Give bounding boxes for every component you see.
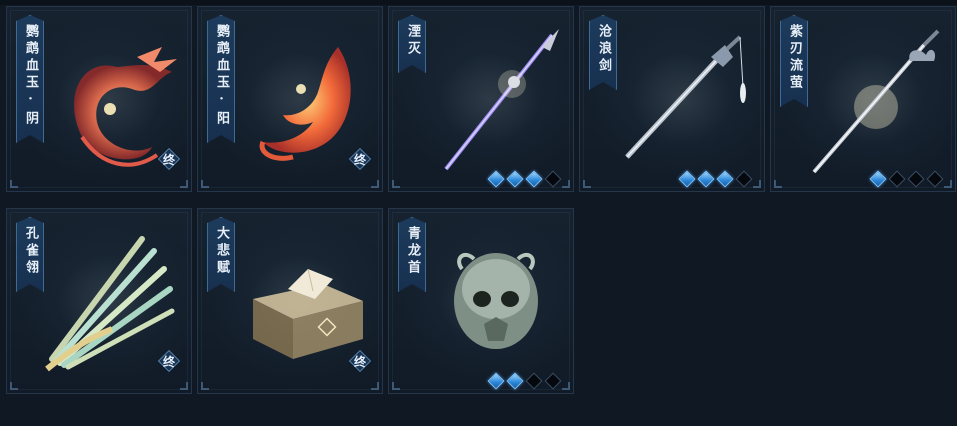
rating-pip-filled: [678, 170, 696, 188]
star-rating: [487, 372, 562, 390]
rating-pip-empty: [907, 170, 925, 188]
rating-pip-empty: [544, 170, 562, 188]
item-name: 紫刃流萤: [787, 24, 802, 92]
rating-pip-empty: [735, 170, 753, 188]
final-tier-badge: 终: [350, 351, 370, 371]
rating-pip-empty: [888, 170, 906, 188]
rating-pip-filled: [697, 170, 715, 188]
top-strip: [0, 0, 957, 5]
item-card[interactable]: 青龙首: [388, 208, 574, 394]
item-card[interactable]: 鹦鹉血玉·阳 终: [197, 6, 383, 192]
final-tier-badge: 终: [350, 149, 370, 169]
item-name-banner: 鹦鹉血玉·阴: [16, 15, 44, 143]
rating-pip-empty: [525, 372, 543, 390]
item-name: 大悲赋: [214, 226, 229, 277]
item-name: 孔雀翎: [23, 226, 38, 277]
rating-pip-filled: [506, 372, 524, 390]
star-rating: [869, 170, 944, 188]
rating-pip-filled: [525, 170, 543, 188]
rating-pip-filled: [869, 170, 887, 188]
item-card[interactable]: 大悲赋 终: [197, 208, 383, 394]
item-name-banner: 紫刃流萤: [780, 15, 808, 107]
final-tier-badge: 终: [159, 351, 179, 371]
rating-pip-filled: [716, 170, 734, 188]
item-name: 鹦鹉血玉·阳: [214, 24, 229, 128]
item-grid: 鹦鹉血玉·阴 终 鹦鹉血玉·阳 终 湮灭 沧浪剑 紫刃流萤 孔雀翎 终 大悲赋 …: [6, 6, 956, 394]
star-rating: [678, 170, 753, 188]
item-card[interactable]: 紫刃流萤: [770, 6, 956, 192]
item-card[interactable]: 孔雀翎 终: [6, 208, 192, 394]
item-name-banner: 大悲赋: [207, 217, 235, 292]
item-name: 青龙首: [405, 226, 420, 277]
item-name-banner: 青龙首: [398, 217, 426, 292]
item-name: 沧浪剑: [596, 24, 611, 75]
item-name-banner: 鹦鹉血玉·阳: [207, 15, 235, 143]
long-sword-icon: [806, 27, 946, 177]
item-name-banner: 湮灭: [398, 15, 426, 73]
final-tier-badge: 终: [159, 149, 179, 169]
rating-pip-empty: [544, 372, 562, 390]
spear-icon: [424, 27, 564, 177]
rating-pip-empty: [926, 170, 944, 188]
dragon-skull-icon: [424, 229, 564, 379]
item-card[interactable]: 鹦鹉血玉·阴 终: [6, 6, 192, 192]
rating-pip-filled: [506, 170, 524, 188]
item-card[interactable]: 沧浪剑: [579, 6, 765, 192]
item-name: 湮灭: [405, 24, 420, 58]
sword-tassel-icon: [615, 27, 755, 177]
rating-pip-filled: [487, 170, 505, 188]
item-name: 鹦鹉血玉·阴: [23, 24, 38, 128]
star-rating: [487, 170, 562, 188]
item-name-banner: 沧浪剑: [589, 15, 617, 90]
rating-pip-filled: [487, 372, 505, 390]
item-name-banner: 孔雀翎: [16, 217, 44, 292]
item-card[interactable]: 湮灭: [388, 6, 574, 192]
